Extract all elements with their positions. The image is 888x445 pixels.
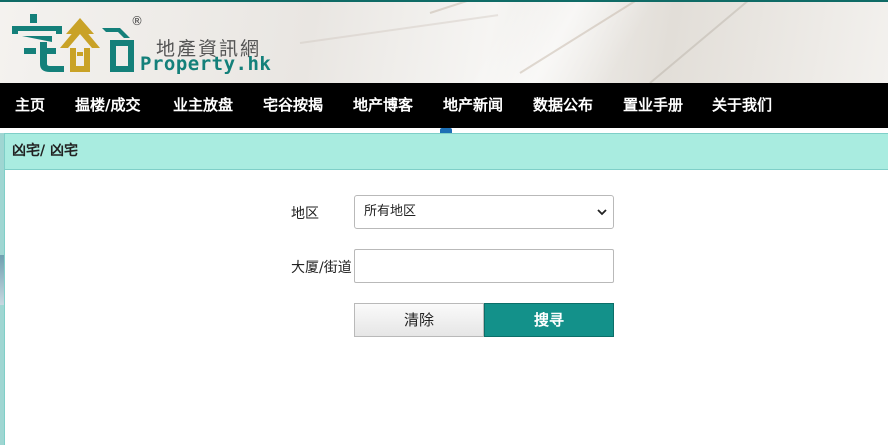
nav-item-owner-listing[interactable]: 业主放盘 xyxy=(173,83,233,128)
marble-vein xyxy=(519,2,742,74)
search-panel: 凶宅/ 凶宅 xyxy=(4,133,888,445)
nav-item-handbook[interactable]: 置业手册 xyxy=(623,83,683,128)
registered-mark: ® xyxy=(131,14,143,28)
building-street-input[interactable] xyxy=(354,249,614,283)
site-header: ® 地產資訊網 Property.hk xyxy=(0,0,888,83)
clear-button[interactable]: 清除 xyxy=(354,303,484,337)
house-logo-icon xyxy=(12,14,134,72)
nav-item-data[interactable]: 数据公布 xyxy=(533,83,593,128)
district-label: 地区 xyxy=(291,206,319,222)
marble-vein xyxy=(649,2,843,83)
nav-item-find-property[interactable]: 揾楼/成交 xyxy=(75,83,140,128)
logo-english-name: Property.hk xyxy=(140,53,272,75)
search-button[interactable]: 搜寻 xyxy=(484,303,614,337)
building-label: 大厦/街道 xyxy=(291,260,352,276)
nav-item-news[interactable]: 地产新闻 xyxy=(443,83,503,128)
district-select-value: 所有地区 xyxy=(364,204,417,219)
marble-vein xyxy=(429,2,716,14)
main-nav: 主页 揾楼/成交 业主放盘 宅谷按揭 地产博客 地产新闻 数据公布 置业手册 关… xyxy=(0,83,888,128)
nav-item-blog[interactable]: 地产博客 xyxy=(353,83,413,128)
site-logo[interactable]: ® 地產資訊網 Property.hk xyxy=(10,14,280,76)
nav-item-home[interactable]: 主页 xyxy=(15,83,45,128)
nav-item-about[interactable]: 关于我们 xyxy=(712,83,772,128)
nav-item-mortgage[interactable]: 宅谷按揭 xyxy=(263,83,323,128)
marble-vein xyxy=(299,14,499,44)
panel-title: 凶宅/ 凶宅 xyxy=(5,134,888,170)
district-select[interactable]: 所有地区 xyxy=(354,195,614,229)
chevron-down-icon xyxy=(597,209,607,216)
